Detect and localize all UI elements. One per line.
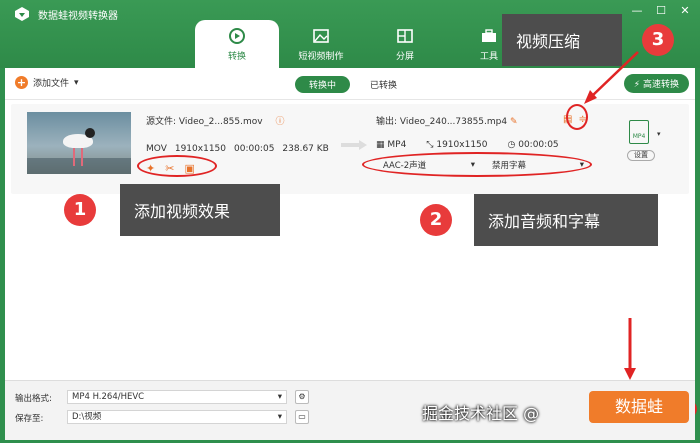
source-file-info: 源文件: Video_2...855.mov ⓘ	[146, 114, 284, 127]
toolbox-icon	[482, 28, 496, 42]
audio-track-select[interactable]: AAC-2声道 ▾	[379, 158, 479, 172]
callout-number-2: 2	[420, 204, 452, 236]
subtitle-select[interactable]: 禁用字幕 ▾	[488, 158, 588, 172]
callout-number-1: 1	[64, 194, 96, 226]
tab-convert[interactable]: 转换	[195, 20, 279, 68]
chevron-down-icon: ▾	[277, 412, 282, 422]
file-row: 源文件: Video_2...855.mov ⓘ MOV 1910x1150 0…	[11, 104, 689, 194]
expand-icon: ⤡	[426, 140, 437, 150]
thumbnail-water	[27, 158, 131, 174]
output-format: ▦ MP4	[376, 140, 406, 150]
output-meta: ▦ MP4 ⤡ 1910x1150 ◷ 00:00:05	[376, 140, 559, 150]
format-settings-button[interactable]: ⚙	[295, 390, 309, 404]
callout-text: 视频压缩	[516, 32, 581, 51]
save-path-value: D:\视频	[72, 412, 102, 422]
source-file-name: Video_2...855.mov	[178, 117, 263, 127]
folder-icon[interactable]: ▭	[295, 410, 309, 424]
compress-icon[interactable]: ≑	[578, 114, 586, 125]
image-icon	[313, 28, 329, 43]
source-resolution: 1910x1150	[174, 144, 226, 154]
settings-button[interactable]: 设置	[627, 150, 655, 161]
source-size: 238.67 KB	[282, 144, 329, 154]
output-format-value: MP4 H.264/HEVC	[72, 392, 145, 402]
output-duration: ◷ 00:00:05	[508, 140, 559, 150]
main-tabs: 转换 短视频制作 分屏 工具	[195, 20, 531, 68]
output-resolution: ⤡ 1910x1150	[426, 140, 487, 150]
tab-label: 短视频制作	[298, 51, 344, 62]
convert-all-button[interactable]: 数据蛙	[589, 391, 689, 423]
output-prefix: 输出:	[376, 117, 398, 127]
source-duration: 00:00:05	[234, 144, 275, 154]
lightning-icon: ⚡	[633, 80, 641, 90]
callout-number-3: 3	[642, 24, 674, 56]
output-format-label: 输出格式:	[15, 394, 52, 404]
chevron-down-icon: ▾	[74, 77, 79, 88]
magic-wand-icon[interactable]: ✦	[146, 162, 155, 175]
clock-icon: ◷	[507, 140, 519, 150]
source-meta: MOV 1910x1150 00:00:05 238.67 KB	[146, 144, 329, 154]
app-title: 数据蛙视频转换器	[38, 11, 118, 22]
pencil-icon[interactable]: ✎	[510, 117, 518, 127]
arrow-right-icon	[341, 140, 367, 150]
tab-converted[interactable]: 已转换	[364, 76, 403, 93]
video-thumbnail[interactable]	[27, 112, 131, 174]
add-file-label: 添加文件	[33, 79, 70, 89]
callout-text: 添加音频和字幕	[488, 212, 601, 231]
output-format-text: MP4	[387, 140, 407, 150]
app-logo-icon	[15, 7, 29, 21]
output-tools: ▤ ≑	[563, 114, 587, 125]
source-format: MOV	[146, 144, 167, 154]
output-file-info: 输出: Video_240...73855.mp4 ✎	[376, 114, 518, 127]
callout-add-audio-subtitle: 添加音频和字幕	[474, 194, 658, 246]
chevron-down-icon: ▾	[470, 160, 475, 170]
tab-converting[interactable]: 转换中	[295, 76, 351, 93]
thumbnail-bird-head	[85, 128, 95, 138]
callout-compress: 视频压缩	[502, 14, 622, 66]
info-icon[interactable]: ⓘ	[275, 117, 284, 127]
tab-label: 工具	[479, 51, 498, 62]
chevron-down-icon[interactable]: ▾	[657, 130, 661, 138]
thumbnail-leg	[81, 148, 83, 166]
status-switch: 转换中 已转换	[295, 76, 403, 93]
output-format-select[interactable]: MP4 H.264/HEVC ▾	[67, 390, 287, 404]
output-resolution-text: 1910x1150	[436, 140, 488, 150]
output-duration-text: 00:00:05	[518, 140, 559, 150]
edit-tools: ✦ ✂ ▣	[146, 162, 195, 175]
toolbar: + 添加文件 ▾ 转换中 已转换 ⚡ 高速转换	[5, 68, 695, 100]
tab-split-screen[interactable]: 分屏	[363, 20, 447, 68]
convert-icon	[229, 27, 245, 44]
audio-track-value: AAC-2声道	[383, 161, 427, 171]
tab-label: 转换	[227, 51, 246, 62]
chevron-down-icon: ▾	[277, 392, 282, 402]
watermark-text: 掘金技术社区 @	[422, 404, 540, 423]
edit-frame-icon[interactable]: ▣	[184, 162, 194, 175]
save-to-label: 保存至:	[15, 414, 44, 424]
tab-short-video[interactable]: 短视频制作	[279, 20, 363, 68]
minimize-button[interactable]: —	[630, 4, 644, 17]
scissors-icon[interactable]: ✂	[165, 162, 174, 175]
save-path-select[interactable]: D:\视频 ▾	[67, 410, 287, 424]
footer-bar: 输出格式: MP4 H.264/HEVC ▾ ⚙ 保存至: D:\视频 ▾ ▭ …	[5, 380, 695, 440]
hd-icon[interactable]: ▤	[563, 114, 572, 125]
output-file-name: Video_240...73855.mp4	[399, 117, 508, 127]
window-controls: — ☐ ✕	[630, 4, 692, 17]
callout-text: 添加视频效果	[134, 202, 231, 221]
film-icon: ▦	[376, 140, 388, 150]
thumbnail-leg	[73, 148, 75, 166]
output-format-badge[interactable]: MP4	[629, 120, 649, 144]
callout-add-effects: 添加视频效果	[120, 184, 280, 236]
split-screen-icon	[397, 28, 413, 43]
add-file-button[interactable]: + 添加文件 ▾	[15, 76, 79, 89]
source-prefix: 源文件:	[146, 117, 177, 127]
fast-convert-label: 高速转换	[642, 80, 679, 90]
tab-label: 分屏	[395, 51, 414, 62]
subtitle-value: 禁用字幕	[492, 161, 527, 171]
close-button[interactable]: ✕	[678, 4, 692, 17]
maximize-button[interactable]: ☐	[654, 4, 668, 17]
plus-icon: +	[15, 76, 28, 89]
fast-convert-button[interactable]: ⚡ 高速转换	[623, 74, 689, 93]
chevron-down-icon: ▾	[579, 160, 584, 170]
